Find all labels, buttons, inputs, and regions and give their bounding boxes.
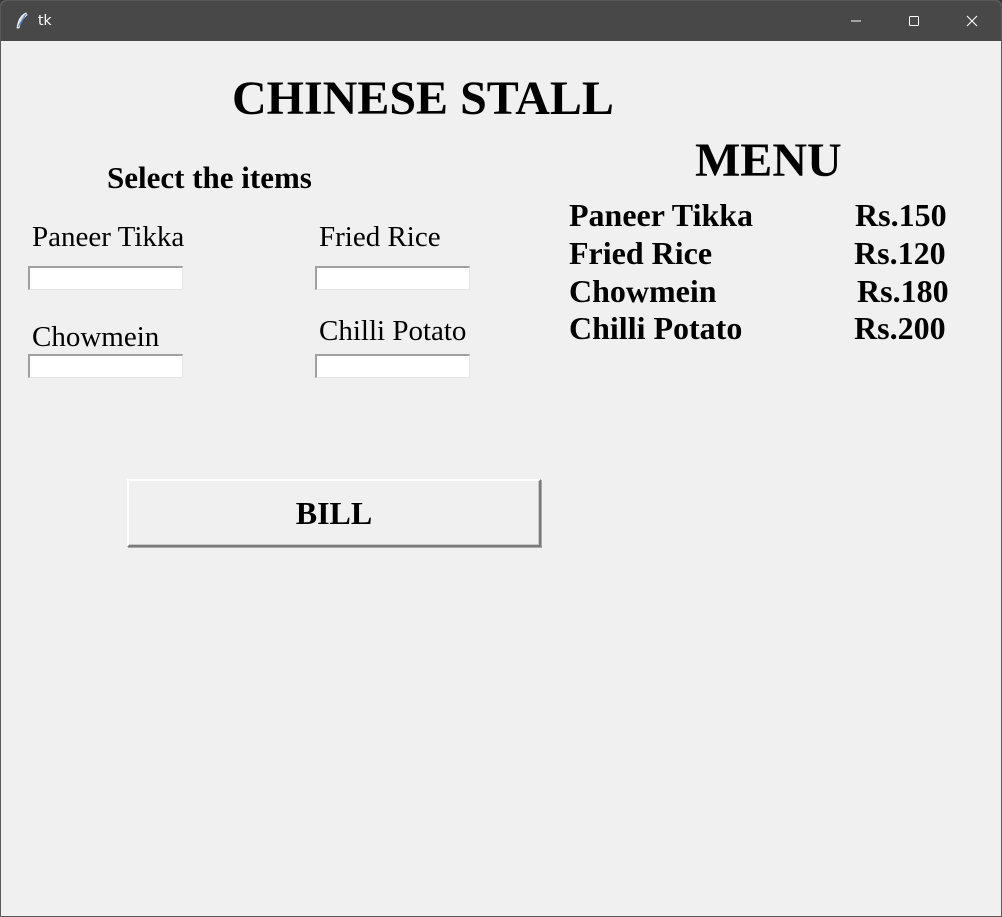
menu-title: MENU [695, 134, 842, 187]
menu-item-name: Fried Rice [569, 235, 713, 271]
app-window: tk CHINESE STALL Select the items Paneer… [0, 0, 1002, 917]
chowmein-quantity-input[interactable] [28, 354, 183, 378]
menu-item-name: Chilli Potato [569, 310, 743, 346]
close-button[interactable] [943, 1, 1001, 41]
maximize-icon [908, 12, 920, 31]
menu-item-price: Rs.120 [854, 235, 946, 271]
app-content: CHINESE STALL Select the items Paneer Ti… [1, 41, 1001, 916]
window-title: tk [38, 13, 52, 29]
title-bar[interactable]: tk [1, 1, 1001, 41]
menu-item-price: Rs.180 [857, 273, 949, 309]
item-label-chowmein: Chowmein [32, 321, 160, 353]
paneer-tikka-quantity-input[interactable] [28, 266, 183, 290]
item-label-chilli-potato: Chilli Potato [319, 315, 467, 347]
menu-item-price: Rs.150 [855, 197, 947, 233]
item-label-paneer-tikka: Paneer Tikka [32, 221, 185, 253]
maximize-button[interactable] [885, 1, 943, 41]
menu-item-name: Paneer Tikka [569, 197, 754, 233]
tk-feather-icon [15, 12, 29, 30]
item-label-fried-rice: Fried Rice [319, 221, 441, 253]
fried-rice-quantity-input[interactable] [315, 266, 470, 290]
menu-item-name: Chowmein [569, 273, 717, 309]
minimize-icon [850, 12, 862, 31]
bill-button[interactable]: BILL [127, 479, 541, 547]
close-icon [966, 12, 978, 31]
chilli-potato-quantity-input[interactable] [315, 354, 470, 378]
minimize-button[interactable] [827, 1, 885, 41]
stall-title: CHINESE STALL [232, 72, 614, 125]
select-items-heading: Select the items [107, 160, 312, 195]
menu-item-price: Rs.200 [854, 310, 946, 346]
